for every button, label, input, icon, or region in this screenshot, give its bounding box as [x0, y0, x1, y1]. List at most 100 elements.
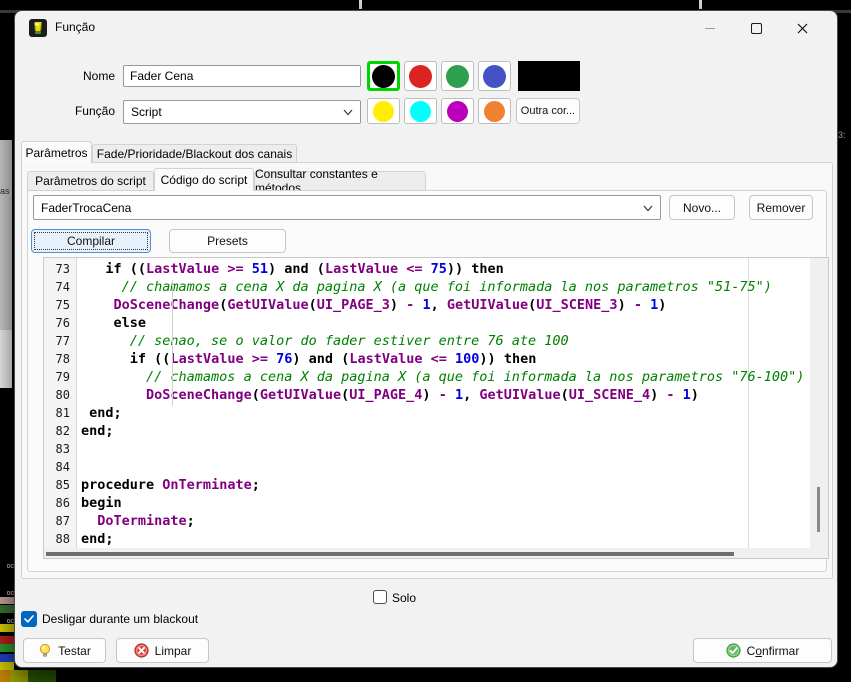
background-color-block: [0, 662, 14, 670]
color-swatch[interactable]: [441, 61, 474, 91]
background-color-block: [0, 624, 14, 632]
nome-label: Nome: [45, 69, 115, 83]
tab-label: Parâmetros: [25, 146, 87, 160]
check-icon: [24, 615, 34, 623]
tab-parametros-do-script[interactable]: Parâmetros do script: [27, 171, 154, 191]
chevron-down-icon: [343, 109, 353, 116]
checkbox-box: [373, 590, 387, 604]
presets-label: Presets: [207, 234, 248, 248]
novo-button[interactable]: Novo...: [669, 195, 735, 220]
clear-x-icon: [134, 643, 149, 658]
color-swatch[interactable]: [404, 61, 437, 91]
minimize-button[interactable]: [687, 11, 733, 45]
background-tick-mark: [359, 0, 362, 9]
background-text-fragment: as: [0, 186, 10, 196]
color-palette-row-1: [367, 61, 511, 91]
background-color-block: [0, 605, 14, 613]
color-dot: [409, 65, 432, 88]
script-code-editor[interactable]: 73747576777879808182838485868788 if ((La…: [43, 257, 829, 559]
code-line: else: [81, 314, 146, 332]
line-number: 74: [56, 278, 70, 296]
nome-input[interactable]: [123, 65, 361, 87]
horizontal-scrollbar[interactable]: [44, 550, 829, 559]
background-color-block: [0, 654, 14, 662]
color-swatch[interactable]: [367, 61, 400, 91]
code-line: begin: [81, 494, 122, 512]
line-number: 86: [56, 494, 70, 512]
app-logo-icon: [29, 19, 47, 37]
funcao-dialog: Função Nome Função Script Outra cor...: [14, 10, 838, 668]
close-icon: [797, 23, 808, 34]
code-area[interactable]: if ((LastValue >= 51) and (LastValue <= …: [77, 258, 810, 548]
maximize-icon: [751, 23, 762, 34]
line-number: 75: [56, 296, 70, 314]
tab-codigo-do-script[interactable]: Código do script: [154, 168, 254, 191]
script-select[interactable]: FaderTrocaCena: [33, 195, 661, 220]
code-line: DoTerminate;: [81, 512, 195, 530]
color-swatch[interactable]: [478, 61, 511, 91]
background-panel-strip: [0, 330, 12, 388]
confirm-check-icon: [726, 643, 741, 658]
code-line: // senao, se o valor do fader estiver en…: [81, 332, 569, 350]
compilar-button[interactable]: Compilar: [31, 229, 151, 253]
line-number: 82: [56, 422, 70, 440]
indent-guide-line: [172, 280, 173, 406]
background-tick-mark: [699, 0, 702, 9]
background-text-fragment: oc: [0, 563, 14, 570]
color-dot: [373, 101, 394, 122]
checkbox-box: [21, 611, 37, 627]
limpar-button[interactable]: Limpar: [116, 638, 209, 663]
selected-color-preview: [518, 61, 580, 91]
title-bar[interactable]: Função: [15, 11, 837, 45]
code-line: // chamamos a cena X da pagina X (a que …: [81, 278, 772, 296]
line-number: 84: [56, 458, 70, 476]
chevron-down-icon: [643, 205, 653, 212]
funcao-select[interactable]: Script: [123, 100, 361, 124]
line-number: 81: [56, 404, 70, 422]
tab-label: Código do script: [161, 173, 248, 187]
compilar-label: Compilar: [67, 234, 115, 248]
maximize-button[interactable]: [733, 11, 779, 45]
screen: l3: as oc oc oc oc Função: [0, 0, 851, 682]
close-button[interactable]: [779, 11, 825, 45]
line-number: 79: [56, 368, 70, 386]
background-color-block: [0, 644, 14, 652]
solo-checkbox[interactable]: [373, 590, 387, 604]
novo-label: Novo...: [683, 201, 721, 215]
color-dot: [372, 65, 395, 88]
tab-fade-prioridade-blackout[interactable]: Fade/Prioridade/Blackout dos canais: [92, 144, 297, 163]
blackout-checkbox[interactable]: [21, 611, 37, 627]
blackout-label: Desligar durante um blackout: [42, 612, 198, 626]
line-number: 85: [56, 476, 70, 494]
line-number-gutter: 73747576777879808182838485868788: [44, 258, 77, 548]
tab-consultar-constantes-metodos[interactable]: Consultar constantes e métodos: [254, 171, 426, 191]
confirmar-button[interactable]: Confirmar: [693, 638, 832, 663]
tab-label: Fade/Prioridade/Blackout dos canais: [97, 147, 292, 161]
presets-button[interactable]: Presets: [169, 229, 286, 253]
background-color-block: [0, 636, 14, 644]
code-line: // chamamos a cena X da pagina X (a que …: [81, 368, 804, 386]
line-number: 83: [56, 440, 70, 458]
vertical-scrollbar-thumb[interactable]: [817, 487, 820, 532]
remover-label: Remover: [757, 201, 806, 215]
horizontal-scrollbar-thumb[interactable]: [46, 552, 734, 556]
code-line: DoSceneChange(GetUIValue(UI_PAGE_4) - 1,…: [81, 386, 699, 404]
testar-button[interactable]: Testar: [23, 638, 106, 663]
line-number: 80: [56, 386, 70, 404]
color-swatch[interactable]: [441, 98, 474, 124]
right-margin-line: [748, 258, 749, 548]
color-palette-row-2: [367, 98, 511, 124]
code-line: if ((LastValue >= 51) and (LastValue <= …: [81, 260, 504, 278]
line-number: 76: [56, 314, 70, 332]
color-swatch[interactable]: [404, 98, 437, 124]
color-swatch[interactable]: [367, 98, 400, 124]
line-number: 78: [56, 350, 70, 368]
remover-button[interactable]: Remover: [749, 195, 813, 220]
color-dot: [483, 65, 506, 88]
tab-parametros[interactable]: Parâmetros: [21, 141, 92, 163]
color-dot: [446, 65, 469, 88]
color-swatch[interactable]: [478, 98, 511, 124]
background-panel-strip: [0, 140, 12, 330]
outra-cor-button[interactable]: Outra cor...: [516, 98, 580, 124]
limpar-label: Limpar: [155, 644, 192, 658]
